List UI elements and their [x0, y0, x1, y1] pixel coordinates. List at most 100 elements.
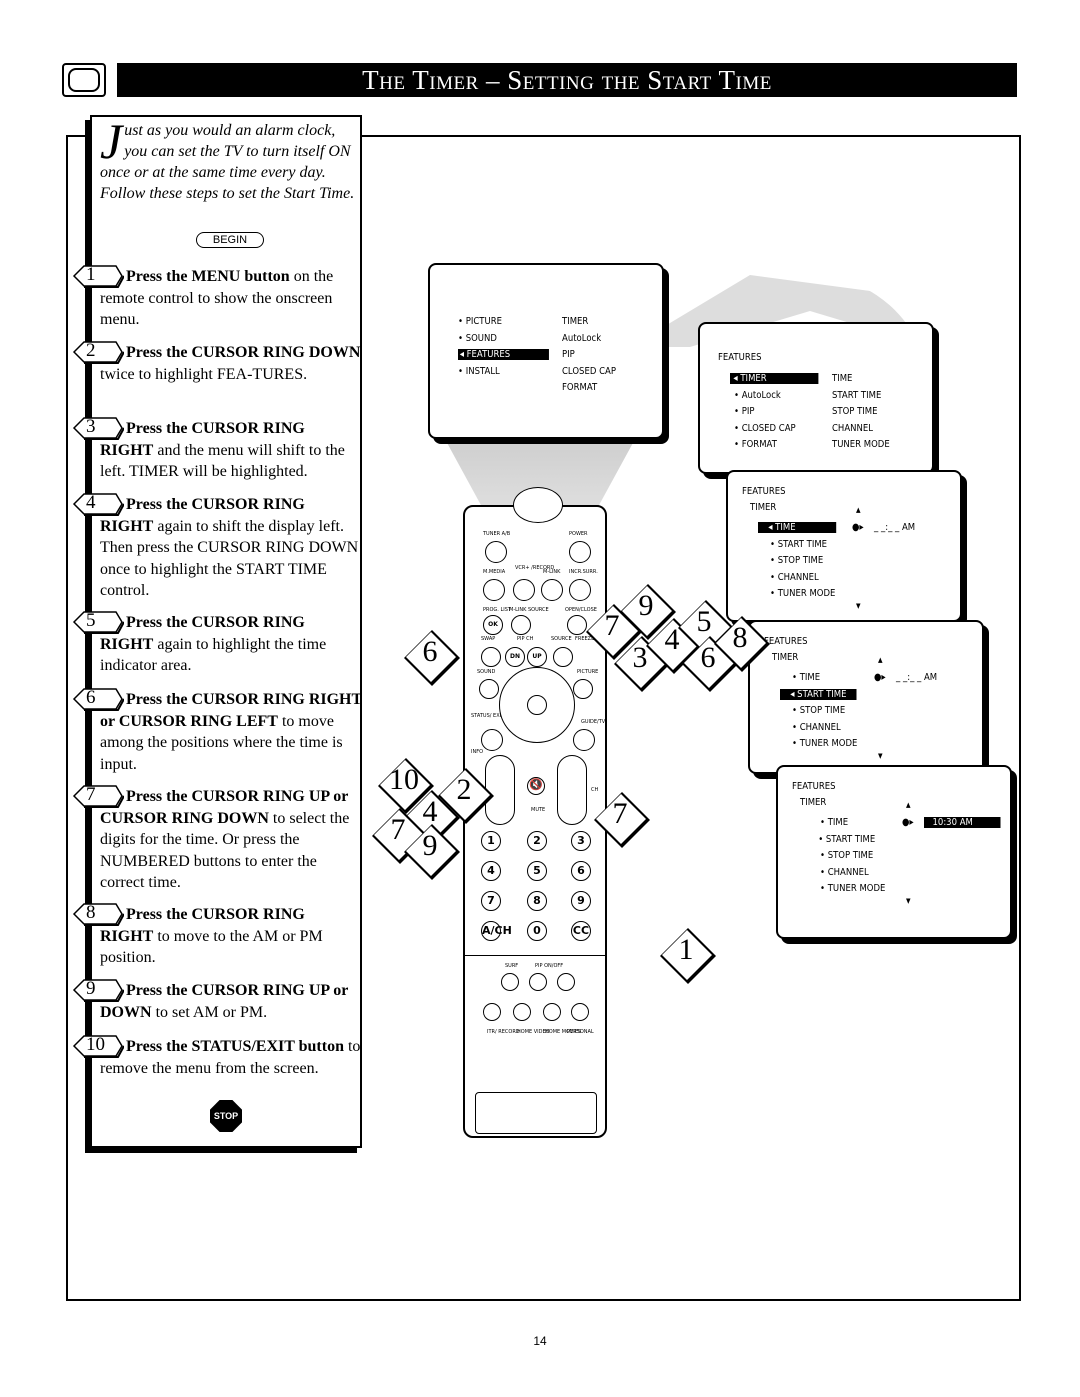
page-title: The Timer – Setting the Start Time: [117, 63, 1017, 97]
remote-button[interactable]: [557, 973, 575, 991]
menu-timer-start: FEATURES TIMER ▲ • TIME ◂ START TIME • STOP T…: [748, 620, 984, 774]
remote-button[interactable]: [485, 541, 507, 563]
remote-button[interactable]: [511, 615, 531, 635]
step-number-badge: 8: [72, 902, 124, 926]
menu-item: ◂ FEATURES: [458, 349, 549, 360]
page-number: 14: [533, 1334, 547, 1348]
remote-button-7[interactable]: 7: [481, 891, 501, 911]
menu-item: • START TIME: [818, 833, 876, 845]
remote-battery-cover: [475, 1092, 597, 1134]
remote-button-8[interactable]: 8: [527, 891, 547, 911]
menu-item: • STOP TIME: [770, 555, 824, 566]
step-number-badge: 4: [72, 492, 124, 516]
menu-item: • TUNER MODE: [792, 738, 858, 749]
step-5: 5 Press the CURSOR RING RIGHT again to hi…: [72, 610, 362, 677]
menu-item: • SOUND: [458, 332, 497, 344]
remote-button[interactable]: [529, 973, 547, 991]
menu-subtitle: TIMER: [800, 797, 827, 808]
step-text: Press the CURSOR RING UP or DOWN to set …: [100, 980, 362, 1023]
remote-button[interactable]: [513, 579, 535, 601]
remote-button-2[interactable]: 2: [527, 831, 547, 851]
remote-button[interactable]: [513, 1003, 531, 1021]
remote-button-up[interactable]: UP: [527, 647, 547, 667]
callout-number: 6: [422, 635, 438, 668]
remote-button-3[interactable]: 3: [571, 831, 591, 851]
time-value: _ _:_ _ AM: [874, 522, 916, 533]
remote-label: TUNER A/B: [483, 531, 511, 537]
step-callout: 6: [404, 630, 460, 686]
remote-button-ach[interactable]: A/CH: [481, 921, 512, 941]
remote-label: M.MEDIA: [483, 569, 506, 575]
remote-button-6[interactable]: 6: [571, 861, 591, 881]
remote-label: SOUND: [477, 669, 496, 675]
remote-button[interactable]: [553, 647, 573, 667]
remote-button[interactable]: [571, 1003, 589, 1021]
remote-label: POWER: [569, 531, 588, 537]
menu-subitem: TIME: [832, 373, 853, 384]
step-10: 10 Press the STATUS/EXIT button to remove…: [72, 1034, 362, 1079]
remote-button[interactable]: [543, 1003, 561, 1021]
remote-button[interactable]: [567, 615, 587, 635]
remote-button[interactable]: [573, 679, 593, 699]
step-action: Press the MENU button: [126, 268, 290, 285]
mute-button[interactable]: 🔇: [527, 777, 545, 795]
step-text: Press the STATUS/EXIT button to remove t…: [100, 1036, 362, 1079]
remote-button[interactable]: [541, 579, 563, 601]
menu-title: FEATURES: [764, 636, 808, 647]
menu-subtitle: TIMER: [772, 652, 799, 663]
cursor-ring-center[interactable]: [527, 695, 547, 715]
step-number: 2: [86, 340, 96, 361]
remote-button[interactable]: [569, 541, 591, 563]
step-number-badge: 3: [72, 416, 124, 440]
dropcap: J: [100, 113, 123, 169]
remote-label: PICTURE: [577, 669, 599, 675]
remote-button[interactable]: [483, 1003, 501, 1021]
step-number-badge: 2: [72, 340, 124, 364]
remote-button-dn[interactable]: DN: [505, 647, 525, 667]
remote-button-ok[interactable]: OK: [483, 615, 503, 635]
menu-subitem: TIMER: [562, 316, 589, 327]
step-6: 6 Press the CURSOR RING RIGHT or CURSOR R…: [72, 687, 362, 775]
down-arrow-icon: ▼: [906, 897, 911, 905]
step-detail: to set AM or PM.: [151, 1003, 268, 1021]
step-action: Press the STATUS/EXIT button: [126, 1038, 344, 1055]
step-number: 9: [86, 978, 96, 999]
cursor-icon: ●▸: [874, 672, 886, 683]
remote-label: SOURCE: [551, 636, 572, 642]
remote-button[interactable]: [569, 579, 591, 601]
step-number: 1: [86, 264, 96, 285]
remote-button-cc[interactable]: CC: [571, 921, 591, 941]
remote-button-9[interactable]: 9: [571, 891, 591, 911]
remote-label: PROG. LIST: [483, 607, 511, 613]
remote-button[interactable]: [501, 973, 519, 991]
remote-label: PIP CH: [517, 636, 534, 642]
remote-button[interactable]: [573, 729, 595, 751]
remote-label: M-LINK SOURCE: [509, 607, 549, 613]
manual-page: The Timer – Setting the Start Time Just …: [0, 0, 1080, 1397]
step-3: 3 Press the CURSOR RING RIGHT and the men…: [72, 416, 362, 483]
begin-badge: BEGIN: [196, 232, 264, 248]
step-number-badge: 9: [72, 978, 124, 1002]
remote-button-0[interactable]: 0: [527, 921, 547, 941]
menu-item: • STOP TIME: [820, 850, 874, 861]
step-number-badge: 1: [72, 264, 124, 288]
up-arrow-icon: ▲: [906, 801, 911, 809]
cursor-icon: ●▸: [852, 522, 864, 533]
remote-button[interactable]: [483, 579, 505, 601]
step-number-badge: 6: [72, 687, 124, 711]
menu-subtitle: TIMER: [750, 502, 777, 513]
remote-button-1[interactable]: 1: [481, 831, 501, 851]
remote-button-5[interactable]: 5: [527, 861, 547, 881]
remote-button[interactable]: [481, 647, 501, 667]
step-text: Press the CURSOR RING RIGHT again to hig…: [100, 612, 362, 677]
channel-rocker[interactable]: [557, 755, 587, 825]
remote-button[interactable]: [479, 679, 499, 699]
step-callout: 7: [594, 792, 650, 848]
step-4: 4 Press the CURSOR RING RIGHT again to sh…: [72, 492, 362, 602]
step-number-badge: 5: [72, 610, 124, 634]
step-text: Press the CURSOR RING RIGHT again to shi…: [100, 494, 362, 602]
menu-subitem: START TIME: [832, 389, 882, 401]
remote-button[interactable]: [481, 729, 503, 751]
remote-button-4[interactable]: 4: [481, 861, 501, 881]
intro-text: Just as you would an alarm clock, you ca…: [100, 113, 358, 204]
